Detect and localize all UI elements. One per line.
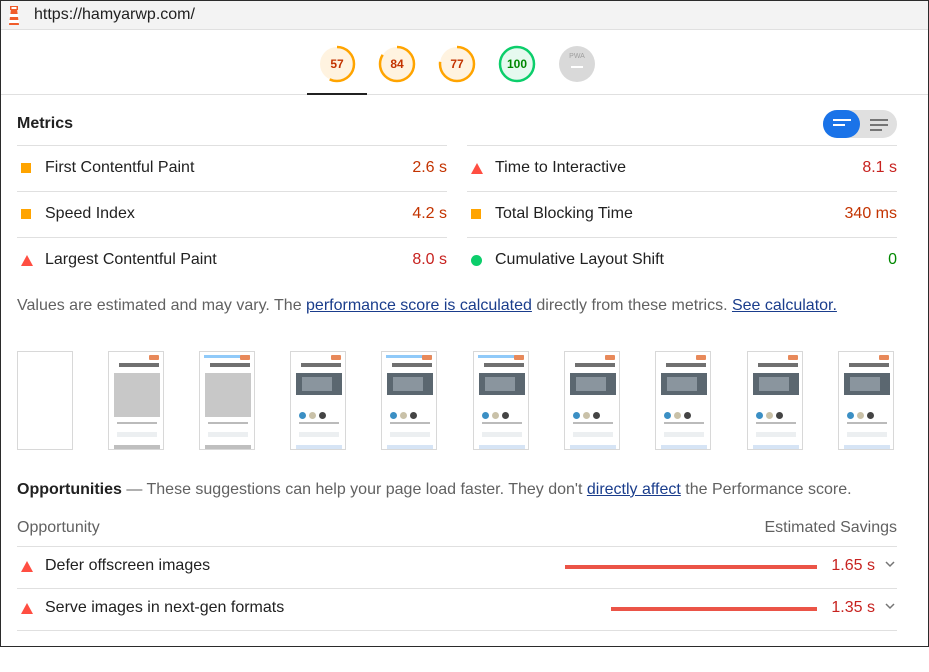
triangle-fail-icon (21, 561, 33, 572)
metric-value: 0 (888, 251, 897, 268)
page-url[interactable]: https://hamyarwp.com/ (34, 6, 195, 24)
opportunities-title: Opportunities (17, 481, 122, 498)
filmstrip-frame (747, 351, 803, 450)
filmstrip-frame (838, 351, 894, 450)
metric-label: First Contentful Paint (45, 159, 195, 176)
opportunity-label: Serve images in next-gen formats (45, 599, 285, 616)
metrics-note: Values are estimated and may vary. The p… (17, 297, 837, 315)
gauge-performance-score: 57 (330, 57, 344, 71)
metric-value: 8.1 s (862, 159, 897, 176)
see-calculator-link[interactable]: See calculator. (732, 297, 837, 314)
metric-label: Total Blocking Time (495, 205, 633, 222)
metric-largest-contentful-paint: Largest Contentful Paint 8.0 s (17, 237, 447, 283)
estimated-savings-column-header: Estimated Savings (764, 519, 897, 536)
gauge-accessibility-score: 84 (390, 57, 404, 71)
savings-bar (611, 607, 817, 611)
url-bar: https://hamyarwp.com/ (1, 1, 928, 30)
metrics-heading: Metrics (17, 115, 74, 132)
filmstrip-frame (199, 351, 255, 450)
chevron-down-icon[interactable] (883, 599, 897, 613)
metric-cumulative-layout-shift: Cumulative Layout Shift 0 (467, 237, 897, 283)
opportunity-column-header: Opportunity (17, 519, 100, 536)
filmstrip-frame (473, 351, 529, 450)
square-average-icon (21, 163, 31, 173)
opportunity-row-next-gen-formats[interactable]: Serve images in next-gen formats 1.35 s (17, 588, 897, 630)
gauge-best-practices[interactable]: 77 (438, 45, 476, 83)
expanded-list-icon (870, 119, 888, 134)
metric-label: Time to Interactive (495, 159, 627, 176)
active-gauge-underline (307, 93, 367, 95)
metric-first-contentful-paint: First Contentful Paint 2.6 s (17, 145, 447, 191)
expanded-view-button[interactable] (860, 110, 897, 138)
gauge-pwa[interactable]: PWA (558, 45, 596, 83)
triangle-fail-icon (21, 255, 33, 266)
filmstrip-frame (564, 351, 620, 450)
metric-speed-index: Speed Index 4.2 s (17, 191, 447, 237)
directly-affect-link[interactable]: directly affect (587, 481, 681, 498)
opportunity-saving: 1.35 s (831, 599, 875, 616)
gauge-performance[interactable]: 57 (318, 45, 356, 83)
square-average-icon (21, 209, 31, 219)
metric-total-blocking-time: Total Blocking Time 340 ms (467, 191, 897, 237)
performance-score-link[interactable]: performance score is calculated (306, 297, 532, 314)
opportunities-desc: the Performance score. (680, 481, 852, 498)
gauge-accessibility[interactable]: 84 (378, 45, 416, 83)
metric-value: 4.2 s (412, 205, 447, 222)
opportunities-heading: Opportunities — These suggestions can he… (17, 481, 852, 499)
opportunities-desc: — These suggestions can help your page l… (121, 481, 587, 498)
metric-time-to-interactive: Time to Interactive 8.1 s (467, 145, 897, 191)
opportunity-label: Defer offscreen images (45, 557, 211, 574)
chevron-down-icon[interactable] (883, 557, 897, 571)
compact-list-icon (833, 119, 851, 129)
square-average-icon (471, 209, 481, 219)
score-gauges: 57 84 77 100 PWA (0, 30, 929, 95)
gauge-pwa-dash (571, 66, 583, 68)
compact-view-button[interactable] (823, 110, 860, 138)
triangle-fail-icon (471, 163, 483, 174)
filmstrip-frame (381, 351, 437, 450)
gauge-pwa-label: PWA (569, 53, 585, 60)
filmstrip-frame (290, 351, 346, 450)
note-text: directly from these metrics. (531, 297, 732, 314)
lighthouse-logo-icon (9, 6, 19, 25)
circle-pass-icon (471, 255, 482, 266)
triangle-fail-icon (21, 603, 33, 614)
opportunity-row-defer-offscreen-images[interactable]: Defer offscreen images 1.65 s (17, 546, 897, 588)
metric-label: Largest Contentful Paint (45, 251, 217, 268)
filmstrip-frame (108, 351, 164, 450)
gauge-seo[interactable]: 100 (498, 45, 536, 83)
metric-label: Cumulative Layout Shift (495, 251, 664, 268)
savings-bar (565, 565, 817, 569)
note-text: Values are estimated and may vary. The (17, 297, 307, 314)
metric-value: 2.6 s (412, 159, 447, 176)
gauge-seo-score: 100 (506, 57, 528, 71)
opportunity-saving: 1.65 s (831, 557, 875, 574)
opportunity-row-partial (17, 630, 897, 672)
metrics-view-toggle[interactable] (823, 110, 897, 138)
filmstrip-frame (655, 351, 711, 450)
metric-value: 340 ms (844, 205, 897, 222)
filmstrip-frame (17, 351, 73, 450)
metric-value: 8.0 s (412, 251, 447, 268)
gauge-best-practices-score: 77 (450, 57, 464, 71)
metric-label: Speed Index (45, 205, 135, 222)
